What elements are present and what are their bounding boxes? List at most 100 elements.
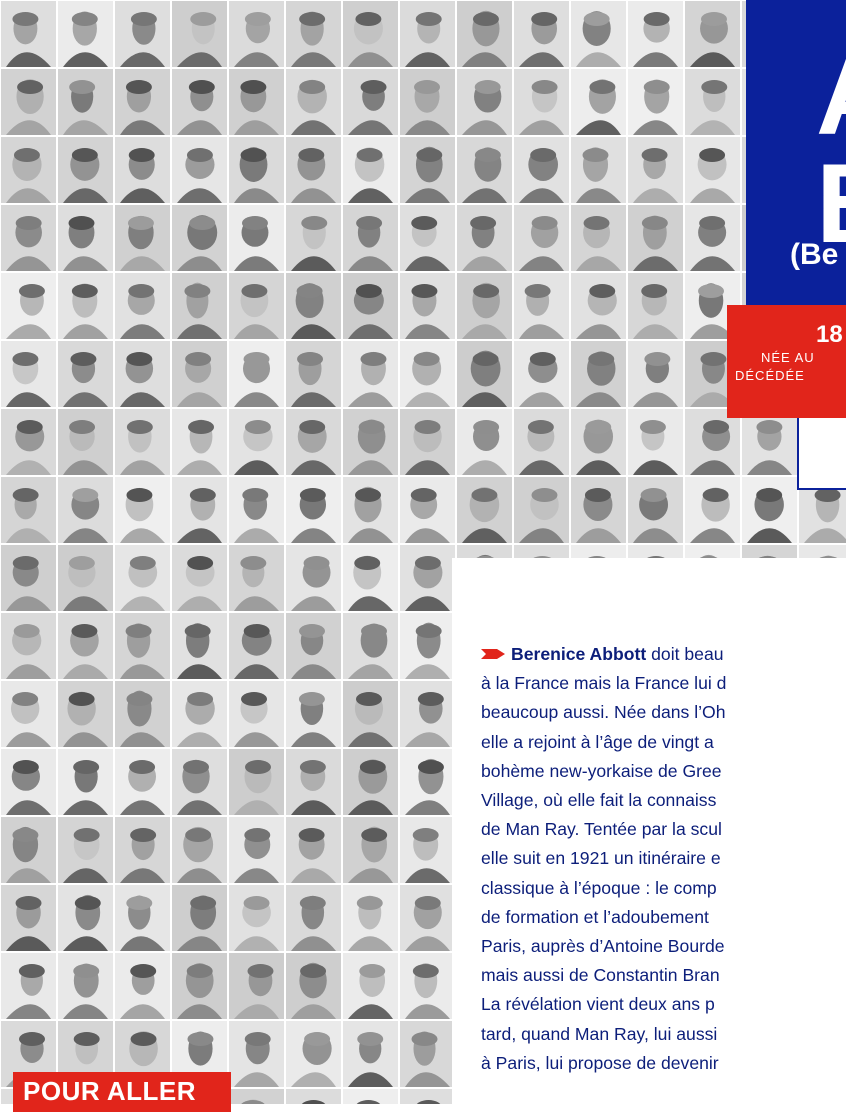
portrait-thumbnail [742,409,797,475]
portrait-thumbnail [229,681,284,747]
portrait-thumbnail [400,885,455,951]
portrait-thumbnail [571,69,626,135]
body-line: à la France mais la France lui d [481,673,727,694]
outlined-box [797,418,846,490]
portrait-thumbnail [115,1,170,67]
body-line: mais aussi de Constantin Bran [481,965,720,986]
portrait-thumbnail [115,205,170,271]
portrait-thumbnail [628,205,683,271]
portrait-thumbnail [685,69,740,135]
portrait-thumbnail [400,1,455,67]
portrait-thumbnail [343,205,398,271]
portrait-thumbnail [343,545,398,611]
portrait-thumbnail [58,749,113,815]
body-line: elle a rejoint à l’âge de vingt a [481,731,714,752]
portrait-thumbnail [343,953,398,1019]
portrait-thumbnail [229,1,284,67]
title-first-name: A [816,40,846,152]
portrait-thumbnail [115,341,170,407]
portrait-thumbnail [172,749,227,815]
portrait-thumbnail [400,1089,455,1104]
portrait-thumbnail [115,817,170,883]
portrait-thumbnail [229,749,284,815]
pour-aller-tab: POUR ALLER [13,1072,231,1112]
body-line-first: Berenice Abbott doit beau [481,640,846,669]
portrait-thumbnail [1,681,56,747]
portrait-thumbnail [514,477,569,543]
portrait-thumbnail [343,885,398,951]
portrait-thumbnail [628,1,683,67]
portrait-thumbnail [286,1021,341,1087]
portrait-thumbnail [400,69,455,135]
portrait-thumbnail [115,749,170,815]
body-line: Paris, auprès d’Antoine Bourde [481,936,725,957]
portrait-thumbnail [628,409,683,475]
portrait-thumbnail [400,477,455,543]
portrait-thumbnail [343,477,398,543]
portrait-thumbnail [571,273,626,339]
portrait-thumbnail [1,613,56,679]
portrait-thumbnail [286,817,341,883]
portrait-thumbnail [685,1,740,67]
portrait-thumbnail [1,273,56,339]
portrait-thumbnail [58,545,113,611]
portrait-thumbnail [514,69,569,135]
portrait-thumbnail [343,817,398,883]
portrait-thumbnail [400,953,455,1019]
portrait-thumbnail [172,817,227,883]
portrait-thumbnail [343,613,398,679]
portrait-thumbnail [58,137,113,203]
portrait-thumbnail [400,545,455,611]
portrait-thumbnail [514,341,569,407]
title-panel: A B (Be [746,0,846,305]
portrait-thumbnail [172,273,227,339]
portrait-thumbnail [115,273,170,339]
death-info: DÉCÉDÉE [735,368,805,383]
portrait-thumbnail [58,817,113,883]
portrait-thumbnail [343,137,398,203]
portrait-thumbnail [343,273,398,339]
dates-box: 18 NÉE AU DÉCÉDÉE [727,305,846,418]
portrait-thumbnail [229,885,284,951]
portrait-thumbnail [400,341,455,407]
portrait-thumbnail [115,477,170,543]
portrait-thumbnail [343,681,398,747]
portrait-thumbnail [1,817,56,883]
portrait-thumbnail [1,205,56,271]
portrait-thumbnail [58,205,113,271]
portrait-thumbnail [685,205,740,271]
portrait-thumbnail [172,1,227,67]
body-line: La révélation vient deux ans p [481,994,715,1015]
portrait-thumbnail [58,477,113,543]
portrait-thumbnail [286,409,341,475]
portrait-thumbnail [229,341,284,407]
portrait-thumbnail [457,409,512,475]
portrait-thumbnail [229,477,284,543]
portrait-thumbnail [457,205,512,271]
portrait-thumbnail [115,69,170,135]
portrait-thumbnail [400,137,455,203]
portrait-thumbnail [1,477,56,543]
portrait-thumbnail [514,137,569,203]
portrait-thumbnail [1,885,56,951]
portrait-thumbnail [1,545,56,611]
portrait-thumbnail [571,137,626,203]
body-line: de formation et l’adoubement [481,906,709,927]
portrait-thumbnail [685,409,740,475]
portrait-thumbnail [115,613,170,679]
portrait-thumbnail [172,885,227,951]
portrait-thumbnail [58,69,113,135]
portrait-thumbnail [58,613,113,679]
portrait-thumbnail [343,341,398,407]
portrait-thumbnail [229,273,284,339]
portrait-thumbnail [457,273,512,339]
body-line-text: doit beau [651,644,724,664]
portrait-thumbnail [286,545,341,611]
portrait-thumbnail [172,205,227,271]
portrait-thumbnail [571,409,626,475]
portrait-thumbnail [58,885,113,951]
portrait-thumbnail [115,545,170,611]
portrait-thumbnail [514,205,569,271]
portrait-thumbnail [115,885,170,951]
portrait-thumbnail [229,953,284,1019]
